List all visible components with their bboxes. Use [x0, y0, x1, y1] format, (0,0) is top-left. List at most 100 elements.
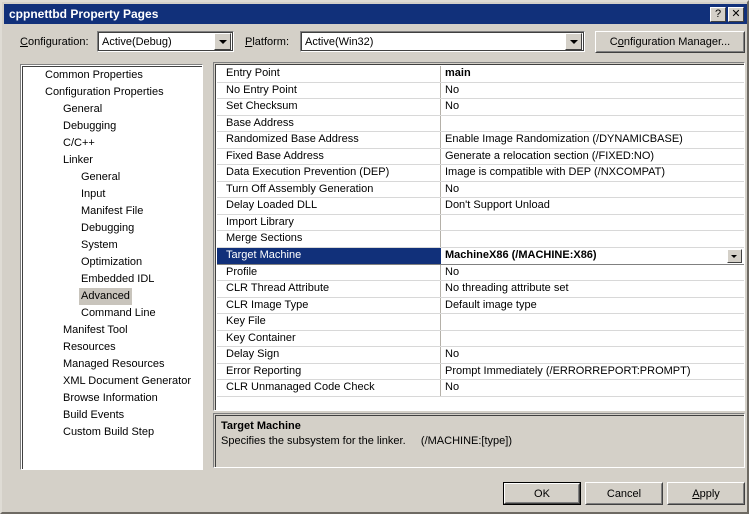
property-row[interactable]: No Entry Point No [217, 82, 744, 99]
tree-item-label: Custom Build Step [63, 426, 155, 438]
configuration-combo[interactable]: Active(Debug) [97, 31, 234, 52]
tree-item-input[interactable]: Input [23, 186, 202, 203]
close-icon[interactable]: ✕ [728, 6, 744, 22]
tree-item-label: Debugging [81, 222, 135, 234]
chevron-down-icon[interactable] [214, 33, 231, 50]
property-row[interactable]: CLR Unmanaged Code Check No [217, 380, 744, 397]
property-value[interactable]: main [441, 66, 744, 82]
tree-item-debugging[interactable]: Debugging [23, 118, 202, 135]
property-value[interactable]: Prompt Immediately (/ERRORREPORT:PROMPT) [441, 364, 744, 380]
property-value[interactable] [441, 331, 744, 347]
property-row[interactable]: Key Container [217, 330, 744, 347]
tree-item-advanced[interactable]: Advanced [23, 288, 202, 305]
property-value[interactable]: Default image type [441, 298, 744, 314]
property-value[interactable]: No [441, 182, 744, 198]
property-value[interactable]: No [441, 265, 744, 281]
property-row[interactable]: CLR Thread Attribute No threading attribu… [217, 281, 744, 298]
property-row[interactable]: Data Execution Prevention (DEP) Image is … [217, 165, 744, 182]
tree-item-label: C/C++ [63, 137, 95, 149]
tree-item-configuration-properties[interactable]: Configuration Properties [23, 84, 202, 101]
tree-item-xml-document-generator[interactable]: XML Document Generator [23, 373, 202, 390]
tree-item-debugging[interactable]: Debugging [23, 220, 202, 237]
tree-item-common-properties[interactable]: Common Properties [23, 67, 202, 84]
property-value-text: No [445, 265, 460, 278]
property-name: CLR Unmanaged Code Check [222, 380, 441, 396]
property-row[interactable]: Entry Point main [217, 66, 744, 83]
apply-button[interactable]: Apply [667, 482, 745, 505]
property-row[interactable]: Delay Loaded DLL Don't Support Unload [217, 198, 744, 215]
platform-combo[interactable]: Active(Win32) [300, 31, 585, 52]
property-name: No Entry Point [222, 82, 441, 98]
property-value-text: No [445, 83, 460, 96]
tree-item-system[interactable]: System [23, 237, 202, 254]
property-value-text: No threading attribute set [445, 282, 569, 294]
property-row[interactable]: Fixed Base Address Generate a relocation … [217, 148, 744, 165]
property-name: Randomized Base Address [222, 132, 441, 148]
property-value[interactable]: No [441, 347, 744, 363]
tree-item-label: Optimization [81, 256, 143, 268]
property-value[interactable] [441, 215, 744, 231]
property-name: Fixed Base Address [222, 148, 441, 164]
property-value-text: main [445, 67, 471, 79]
tree-item-command-line[interactable]: Command Line [23, 305, 202, 322]
property-row[interactable]: Profile No [217, 264, 744, 281]
tree-item-manifest-file[interactable]: Manifest File [23, 203, 202, 220]
tree-item-browse-information[interactable]: Browse Information [23, 390, 202, 407]
chevron-down-icon[interactable] [565, 33, 582, 50]
tree-item-custom-build-step[interactable]: Custom Build Step [23, 424, 202, 441]
property-row[interactable]: Turn Off Assembly Generation No [217, 181, 744, 198]
tree-item-manifest-tool[interactable]: Manifest Tool [23, 322, 202, 339]
tree-item-resources[interactable]: Resources [23, 339, 202, 356]
tree-item-c-c[interactable]: C/C++ [23, 135, 202, 152]
configuration-value: Active(Debug) [102, 35, 172, 48]
property-value[interactable]: No [441, 380, 744, 396]
tree-item-linker[interactable]: Linker [23, 152, 202, 169]
tree-item-label: Common Properties [45, 69, 143, 81]
cancel-button[interactable]: Cancel [585, 482, 663, 505]
ok-button[interactable]: OK [503, 482, 581, 505]
property-value[interactable] [441, 116, 744, 132]
chevron-down-icon[interactable] [727, 248, 742, 263]
property-row[interactable]: Randomized Base Address Enable Image Rand… [217, 132, 744, 149]
description-title: Target Machine [221, 420, 301, 432]
property-value[interactable]: Image is compatible with DEP (/NXCOMPAT) [441, 165, 744, 181]
property-value[interactable] [441, 314, 744, 330]
property-value-text: MachineX86 (/MACHINE:X86) [445, 248, 597, 261]
property-row[interactable]: Merge Sections [217, 231, 744, 248]
property-row[interactable]: Set Checksum No [217, 99, 744, 116]
property-row[interactable]: CLR Image Type Default image type [217, 297, 744, 314]
property-value[interactable] [441, 231, 744, 247]
property-row[interactable]: Import Library [217, 214, 744, 231]
tree-item-managed-resources[interactable]: Managed Resources [23, 356, 202, 373]
property-row[interactable]: Delay Sign No [217, 347, 744, 364]
tree-list: Common Properties Configuration Propertie… [22, 66, 202, 469]
property-value[interactable]: Generate a relocation section (/FIXED:NO… [441, 149, 744, 165]
tree-item-label: System [81, 239, 118, 251]
property-name: Data Execution Prevention (DEP) [222, 165, 441, 181]
tree-item-label: XML Document Generator [63, 375, 191, 387]
help-icon[interactable]: ? [710, 6, 726, 22]
platform-label: Platform: [245, 36, 290, 48]
property-value-text: Generate a relocation section (/FIXED:NO… [445, 149, 655, 162]
property-row[interactable]: Error Reporting Prompt Immediately (/ERRO… [217, 363, 744, 380]
property-category-tree[interactable]: Common Properties Configuration Propertie… [20, 64, 203, 470]
property-row[interactable]: Key File [217, 314, 744, 331]
property-row[interactable]: Target Machine MachineX86 (/MACHINE:X86) [217, 247, 744, 265]
tree-item-embedded-idl[interactable]: Embedded IDL [23, 271, 202, 288]
tree-item-optimization[interactable]: Optimization [23, 254, 202, 271]
property-value[interactable]: Enable Image Randomization (/DYNAMICBASE… [441, 132, 744, 148]
tree-item-build-events[interactable]: Build Events [23, 407, 202, 424]
tree-item-general[interactable]: General [23, 101, 202, 118]
title-bar[interactable]: cppnettbd Property Pages ? ✕ [4, 4, 747, 24]
property-value[interactable]: Don't Support Unload [441, 198, 744, 214]
property-value[interactable]: MachineX86 (/MACHINE:X86) [441, 247, 744, 264]
property-value[interactable]: No [441, 83, 744, 99]
configuration-bar: Configuration: Active(Debug) Platform: A… [4, 27, 747, 59]
property-row[interactable]: Base Address [217, 115, 744, 132]
tree-item-general[interactable]: General [23, 169, 202, 186]
property-name: Delay Sign [222, 347, 441, 363]
configuration-manager-button[interactable]: Configuration Manager... [595, 31, 745, 53]
property-value[interactable]: No threading attribute set [441, 281, 744, 297]
property-value[interactable]: No [441, 99, 744, 115]
property-grid[interactable]: Entry Point main No Entry Point No Set Check… [213, 62, 745, 411]
